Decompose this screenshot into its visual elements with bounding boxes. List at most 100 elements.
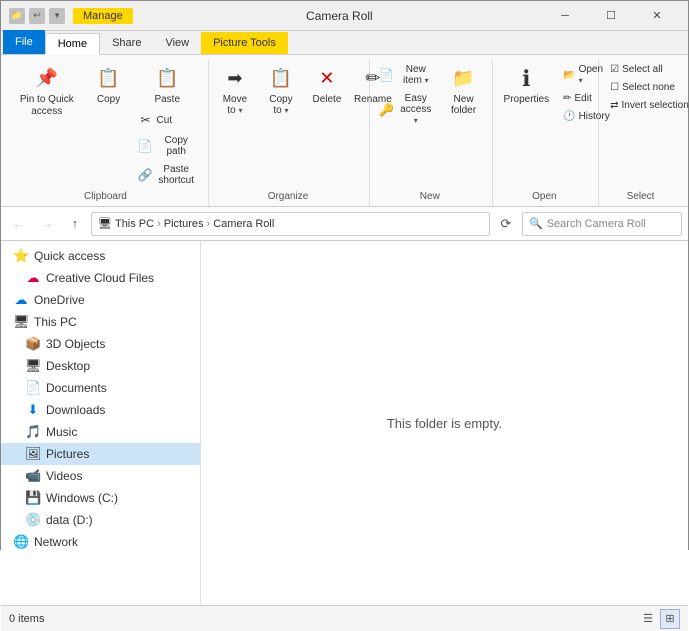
clipboard-group-label: Clipboard: [9, 189, 202, 204]
paste-button[interactable]: 📋 Paste: [133, 61, 202, 108]
move-to-button[interactable]: ➡ Move to ▾: [213, 61, 257, 119]
move-to-label: Move to ▾: [223, 94, 247, 116]
ribbon-group-select: ☑ Select all ☐ Select none ⇄ Invert sele…: [599, 59, 684, 206]
music-label: Music: [46, 425, 77, 439]
sidebar-item-videos[interactable]: 📹 Videos: [1, 465, 200, 487]
items-count: 0 items: [9, 613, 44, 625]
paste-shortcut-label: Paste shortcut: [156, 164, 197, 186]
tab-view[interactable]: View: [153, 32, 201, 54]
sidebar-item-downloads[interactable]: ⬇ Downloads: [1, 399, 200, 421]
quick-access-label: Quick access: [34, 249, 105, 263]
copy-to-button[interactable]: 📋 Copy to ▾: [259, 61, 303, 119]
copy-path-button[interactable]: 📄 Copy path: [133, 132, 202, 160]
windows-c-icon: 💾: [25, 490, 41, 506]
select-all-button[interactable]: ☑ Select all: [603, 61, 689, 78]
sidebar-item-documents[interactable]: 📄 Documents: [1, 377, 200, 399]
easy-access-button[interactable]: 🔑 Easy access ▾: [374, 90, 439, 129]
breadcrumb-sep2: ›: [207, 218, 211, 230]
sidebar-item-creative-cloud[interactable]: ☁ Creative Cloud Files: [1, 267, 200, 289]
delete-label: Delete: [312, 94, 341, 105]
paste-shortcut-button[interactable]: 🔗 Paste shortcut: [133, 161, 202, 189]
titlebar-undo-icon[interactable]: ↩: [29, 8, 45, 24]
select-all-icon: ☑: [610, 64, 619, 75]
sidebar-item-music[interactable]: 🎵 Music: [1, 421, 200, 443]
copy-path-icon: 📄: [138, 138, 153, 154]
sidebar-item-3d-objects[interactable]: 📦 3D Objects: [1, 333, 200, 355]
delete-button[interactable]: ✕ Delete: [305, 61, 349, 108]
back-button[interactable]: ←: [7, 212, 31, 236]
manage-tab-header[interactable]: Manage: [73, 8, 133, 24]
3d-objects-label: 3D Objects: [46, 337, 105, 351]
open-group-label: Open: [497, 189, 593, 204]
select-none-button[interactable]: ☐ Select none: [603, 79, 689, 96]
new-folder-icon: 📁: [450, 64, 478, 92]
invert-selection-button[interactable]: ⇄ Invert selection: [603, 97, 689, 114]
3d-objects-icon: 📦: [25, 336, 41, 352]
empty-folder-message: This folder is empty.: [387, 416, 502, 431]
paste-group: 📋 Paste ✂ Cut 📄 Copy path 🔗 Paste shortc…: [133, 61, 202, 189]
paste-icon: 📋: [153, 64, 181, 92]
select-content: ☑ Select all ☐ Select none ⇄ Invert sele…: [603, 61, 678, 189]
new-item-icon: 📄: [379, 67, 394, 83]
folder-content: This folder is empty.: [201, 241, 688, 605]
creative-cloud-icon: ☁: [25, 270, 41, 286]
ribbon-group-new: 📄 New item ▾ 🔑 Easy access ▾ 📁 New folde…: [370, 59, 492, 206]
new-group-label: New: [374, 189, 485, 204]
copy-button[interactable]: 📋 Copy: [87, 61, 131, 108]
pin-icon: 📌: [33, 64, 61, 92]
minimize-button[interactable]: ─: [542, 1, 588, 31]
sidebar-item-onedrive[interactable]: ☁ OneDrive: [1, 289, 200, 311]
this-pc-icon: 🖥: [13, 314, 29, 330]
tab-picture-tools[interactable]: Picture Tools: [201, 32, 288, 54]
properties-button[interactable]: ℹ Properties: [497, 61, 557, 110]
desktop-icon: 🖥: [25, 358, 41, 374]
sidebar-item-data-d[interactable]: 💿 data (D:): [1, 509, 200, 531]
copy-label: Copy: [97, 94, 120, 105]
history-icon: 🕐: [563, 111, 575, 122]
close-button[interactable]: ✕: [634, 1, 680, 31]
maximize-button[interactable]: ☐: [588, 1, 634, 31]
forward-button[interactable]: →: [35, 212, 59, 236]
address-bar: ← → ↑ 🖥 This PC › Pictures › Camera Roll…: [1, 207, 688, 241]
breadcrumb-camera-roll[interactable]: Camera Roll: [213, 218, 274, 230]
sidebar-item-pictures[interactable]: 🖼 Pictures: [1, 443, 200, 465]
windows-c-label: Windows (C:): [46, 491, 118, 505]
cut-icon: ✂: [138, 112, 154, 128]
sidebar-item-desktop[interactable]: 🖥 Desktop: [1, 355, 200, 377]
large-icons-view-button[interactable]: ⊞: [660, 609, 680, 629]
search-box[interactable]: 🔍 Search Camera Roll: [522, 212, 682, 236]
tab-home[interactable]: Home: [45, 33, 100, 55]
titlebar-down-icon[interactable]: ▾: [49, 8, 65, 24]
new-folder-button[interactable]: 📁 New folder: [442, 61, 486, 119]
new-item-button[interactable]: 📄 New item ▾: [374, 61, 439, 89]
ribbon-group-clipboard: 📌 Pin to Quick access 📋 Copy 📋 Paste ✂ C…: [5, 59, 209, 206]
copy-path-label: Copy path: [156, 135, 197, 157]
easy-access-label: Easy access ▾: [397, 93, 435, 126]
statusbar: 0 items ☰ ⊞: [1, 605, 688, 631]
cut-button[interactable]: ✂ Cut: [133, 109, 202, 131]
desktop-label: Desktop: [46, 359, 90, 373]
ribbon-tab-bar: File Home Share View Picture Tools: [1, 31, 688, 55]
documents-label: Documents: [46, 381, 107, 395]
details-view-button[interactable]: ☰: [638, 609, 658, 629]
paste-label: Paste: [154, 94, 180, 105]
new-folder-label: New folder: [451, 94, 476, 116]
pictures-label: Pictures: [46, 447, 89, 461]
pin-to-quick-access-button[interactable]: 📌 Pin to Quick access: [9, 61, 85, 121]
up-button[interactable]: ↑: [63, 212, 87, 236]
tab-share[interactable]: Share: [100, 32, 153, 54]
data-d-label: data (D:): [46, 513, 93, 527]
sidebar-item-windows-c[interactable]: 💾 Windows (C:): [1, 487, 200, 509]
tab-file[interactable]: File: [3, 30, 45, 54]
organize-content: ➡ Move to ▾ 📋 Copy to ▾ ✕ Delete ✏ Renam…: [213, 61, 363, 189]
new-content: 📄 New item ▾ 🔑 Easy access ▾ 📁 New folde…: [374, 61, 485, 189]
properties-label: Properties: [504, 94, 550, 105]
breadcrumb[interactable]: 🖥 This PC › Pictures › Camera Roll: [91, 212, 490, 236]
refresh-button[interactable]: ⟳: [494, 212, 518, 236]
breadcrumb-pictures[interactable]: Pictures: [164, 218, 204, 230]
breadcrumb-this-pc[interactable]: This PC: [115, 218, 154, 230]
ribbon-group-open: ℹ Properties 📂 Open ▾ ✏ Edit 🕐 History O…: [493, 59, 600, 206]
sidebar-item-this-pc[interactable]: 🖥 This PC: [1, 311, 200, 333]
sidebar-item-quick-access[interactable]: ⭐ Quick access: [1, 245, 200, 267]
downloads-label: Downloads: [46, 403, 105, 417]
